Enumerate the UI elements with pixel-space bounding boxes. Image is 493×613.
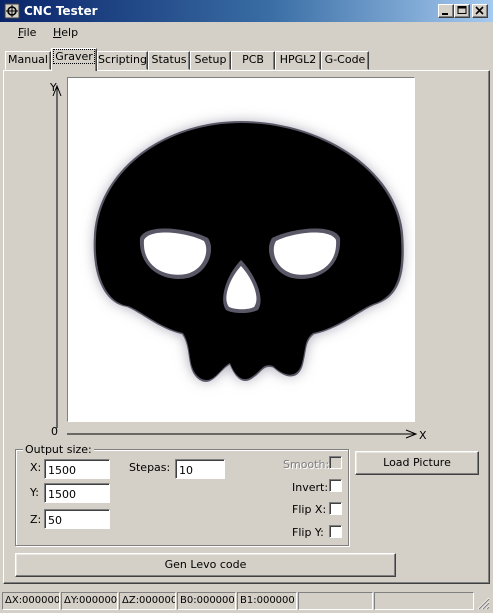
minimize-button[interactable] bbox=[438, 4, 454, 18]
load-picture-button[interactable]: Load Picture bbox=[355, 451, 479, 475]
close-button[interactable] bbox=[472, 4, 488, 18]
z-size-label: Z: bbox=[30, 513, 42, 526]
flip-x-checkbox[interactable] bbox=[329, 502, 342, 515]
tab-gcode[interactable]: G-Code bbox=[321, 51, 369, 70]
window-title: CNC Tester bbox=[24, 4, 98, 18]
y-size-label: Y: bbox=[30, 486, 39, 499]
tab-pcb-label: PCB bbox=[242, 53, 264, 66]
status-empty-2 bbox=[374, 592, 474, 610]
picture-canvas[interactable] bbox=[67, 77, 415, 422]
flip-y-label: Flip Y: bbox=[292, 526, 324, 539]
menu-file-rest: ile bbox=[23, 26, 37, 39]
maximize-button[interactable] bbox=[454, 4, 470, 18]
tab-manual[interactable]: Manual bbox=[5, 51, 51, 70]
status-b0: B0:000000 bbox=[177, 592, 236, 610]
menu-help-rest: elp bbox=[61, 26, 79, 39]
menu-file[interactable]: File bbox=[18, 26, 36, 39]
tab-status[interactable]: Status bbox=[148, 51, 190, 70]
status-empty-1 bbox=[298, 592, 373, 610]
tab-gcode-label: G-Code bbox=[324, 53, 366, 66]
x-axis-label: X bbox=[419, 429, 427, 442]
tab-status-label: Status bbox=[151, 53, 187, 66]
menu-help[interactable]: Help bbox=[53, 26, 78, 39]
close-icon bbox=[475, 6, 484, 15]
status-b1: B1:000000 bbox=[237, 592, 297, 610]
y-size-input[interactable] bbox=[44, 483, 110, 503]
stepas-input[interactable] bbox=[175, 459, 225, 479]
maximize-icon bbox=[457, 6, 467, 14]
status-dz: ΔZ:000000 bbox=[119, 592, 176, 610]
tab-setup-label: Setup bbox=[194, 53, 227, 66]
invert-checkbox[interactable] bbox=[329, 479, 342, 492]
app-icon[interactable] bbox=[4, 3, 20, 19]
tab-graver-label: Graver bbox=[53, 49, 95, 64]
smooth-checkbox[interactable] bbox=[329, 456, 342, 469]
resize-grip-icon[interactable] bbox=[476, 596, 490, 610]
tab-scripting[interactable]: Scripting bbox=[97, 51, 148, 70]
title-bar[interactable]: CNC Tester bbox=[0, 0, 493, 22]
z-size-input[interactable] bbox=[44, 509, 110, 529]
flip-x-label: Flip X: bbox=[292, 503, 327, 516]
flip-y-checkbox[interactable] bbox=[329, 525, 342, 538]
tab-graver[interactable]: Graver bbox=[51, 48, 97, 71]
minimize-icon bbox=[442, 13, 448, 15]
skull-image bbox=[93, 121, 404, 382]
tab-hpgl2[interactable]: HPGL2 bbox=[275, 51, 321, 70]
stepas-label: Stepas: bbox=[129, 461, 171, 474]
invert-label: Invert: bbox=[292, 481, 329, 494]
tab-manual-label: Manual bbox=[8, 53, 48, 66]
status-dy: ΔY:000000 bbox=[61, 592, 118, 610]
tab-hpgl2-label: HPGL2 bbox=[279, 53, 317, 66]
smooth-label: Smooth: bbox=[283, 458, 330, 471]
tab-scripting-label: Scripting bbox=[98, 53, 147, 66]
output-size-legend: Output size: bbox=[23, 443, 94, 456]
x-size-label: X: bbox=[30, 461, 42, 474]
origin-label: 0 bbox=[51, 425, 58, 438]
tab-pcb[interactable]: PCB bbox=[231, 51, 275, 70]
tab-setup[interactable]: Setup bbox=[190, 51, 231, 70]
y-axis-label: Y bbox=[50, 81, 57, 94]
gen-levo-code-button[interactable]: Gen Levo code bbox=[15, 553, 396, 577]
status-dx: ΔX:000000 bbox=[2, 592, 60, 610]
x-size-input[interactable] bbox=[44, 459, 110, 479]
